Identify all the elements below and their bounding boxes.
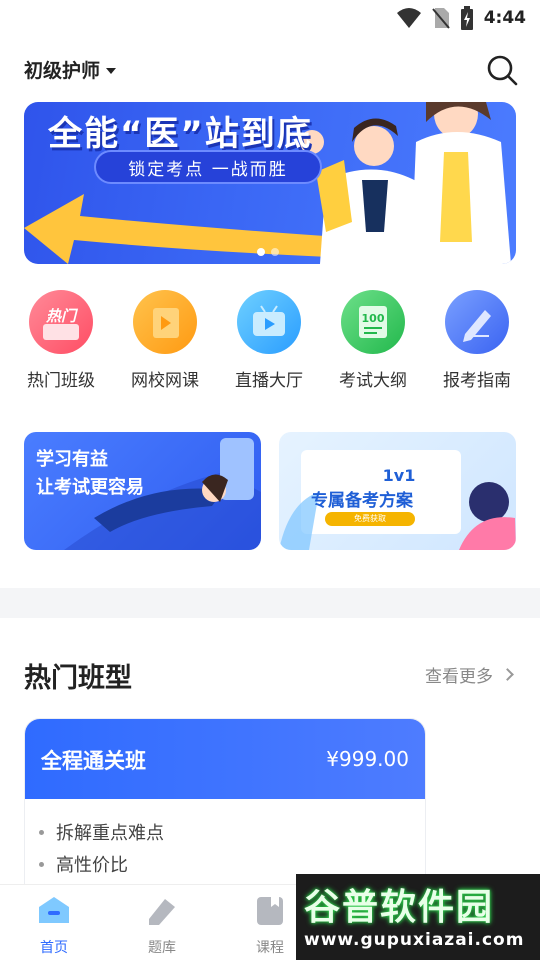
course-icon (257, 897, 283, 925)
registration-guide-icon (445, 290, 509, 354)
watermark-url: www.gupuxiazai.com (304, 930, 525, 950)
banner-subtitle: 锁定考点 一战而胜 (94, 150, 322, 184)
quick-label-hot-classes: 热门班级 (27, 371, 95, 391)
promo-1v1-button[interactable]: 免费获取 (325, 512, 415, 526)
nav-item-home[interactable]: 首页 (14, 895, 94, 957)
caret-down-icon (106, 67, 117, 74)
banner-pagination (257, 248, 279, 256)
banner-title: 全能“医”站到底 (48, 114, 313, 154)
class-feature: 高性价比 (39, 851, 128, 877)
quick-item-hot-classes[interactable]: 热门 热门班级 (9, 290, 113, 391)
live-hall-icon (237, 290, 301, 354)
promo-study-text: 学习有益 让考试更容易 (36, 446, 144, 502)
promo-1v1-subtitle: 专属备考方案 (311, 491, 413, 511)
quick-entry-grid: 热门 热门班级 网校网课 直播大厅 100 考试大纲 报考指南 (0, 290, 540, 400)
hot-classes-title: 热门班型 (24, 663, 132, 694)
section-divider (0, 588, 540, 618)
nav-label-home: 首页 (40, 940, 68, 956)
home-icon (39, 897, 69, 923)
watermark: 谷普软件园 www.gupuxiazai.com (296, 874, 540, 960)
bullet-icon (39, 829, 44, 835)
class-price: ¥999.00 (326, 747, 409, 771)
header: 初级护师 (0, 44, 540, 96)
svg-text:热门: 热门 (45, 307, 79, 325)
pagination-dot-active (257, 248, 265, 256)
class-name: 全程通关班 (41, 749, 146, 773)
status-time: 4:44 (483, 8, 526, 28)
promo-card-study[interactable]: 学习有益 让考试更容易 (24, 432, 261, 550)
doctor-nurse-illustration (300, 102, 511, 264)
bullet-icon (39, 861, 44, 867)
class-card-header: 全程通关班 ¥999.00 (25, 719, 425, 799)
quick-item-live-hall[interactable]: 直播大厅 (217, 290, 321, 391)
wifi-icon (396, 8, 421, 28)
promo-1v1-title: 1v1 (382, 466, 416, 485)
quick-label-exam-outline: 考试大纲 (339, 371, 407, 391)
quick-item-exam-outline[interactable]: 100 考试大纲 (321, 290, 425, 391)
exam-outline-icon: 100 (341, 290, 405, 354)
promo-study-line2: 让考试更容易 (36, 477, 144, 498)
status-icons: 4:44 (396, 6, 526, 30)
svg-text:100: 100 (362, 312, 385, 325)
view-more-label: 查看更多 (425, 667, 493, 687)
class-feature: 拆解重点难点 (39, 819, 164, 845)
promo-banner[interactable]: 全能“医”站到底 锁定考点 一战而胜 (24, 102, 516, 264)
level-label: 初级护师 (24, 60, 101, 82)
online-course-icon (133, 290, 197, 354)
watermark-title: 谷普软件园 (304, 887, 495, 928)
quick-label-registration-guide: 报考指南 (443, 371, 511, 391)
promo-study-line1: 学习有益 (36, 449, 108, 470)
class-feature-text: 拆解重点难点 (56, 823, 164, 844)
nav-label-question-bank: 题库 (148, 940, 176, 956)
no-sim-icon (431, 8, 450, 29)
level-selector[interactable]: 初级护师 (24, 56, 117, 83)
promo-card-1v1[interactable]: 1v1 专属备考方案 免费获取 (279, 432, 516, 550)
pagination-dot (271, 248, 279, 256)
hot-class-icon: 热门 (29, 290, 93, 354)
search-icon[interactable] (486, 54, 518, 86)
quick-label-online-course: 网校网课 (131, 371, 199, 391)
chevron-right-icon (501, 668, 514, 681)
status-bar: 4:44 (0, 0, 540, 36)
quick-item-online-course[interactable]: 网校网课 (113, 290, 217, 391)
battery-icon (460, 6, 473, 30)
quick-item-registration-guide[interactable]: 报考指南 (425, 290, 529, 391)
view-more-link[interactable]: 查看更多 (425, 662, 514, 687)
class-feature-text: 高性价比 (56, 855, 128, 876)
quick-label-live-hall: 直播大厅 (235, 371, 303, 391)
hot-class-glyph: 热门 (43, 307, 79, 340)
nav-item-question-bank[interactable]: 题库 (122, 895, 202, 957)
question-bank-icon (149, 899, 175, 925)
